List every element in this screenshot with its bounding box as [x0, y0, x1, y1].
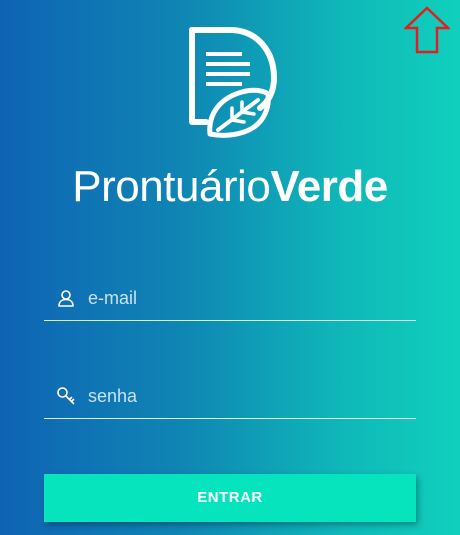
brand-name: ProntuárioVerde [0, 160, 460, 214]
user-icon [58, 290, 74, 307]
login-button[interactable]: ENTRAR [44, 474, 416, 522]
key-icon [57, 387, 75, 405]
brand-name-light: Prontuário [72, 162, 271, 211]
logo-icon [189, 27, 278, 138]
password-field[interactable] [44, 375, 416, 419]
password-input[interactable] [88, 381, 408, 411]
email-field[interactable] [44, 277, 416, 321]
up-arrow-icon[interactable] [404, 6, 450, 54]
brand-name-bold: Verde [270, 162, 388, 211]
email-input[interactable] [88, 283, 408, 313]
